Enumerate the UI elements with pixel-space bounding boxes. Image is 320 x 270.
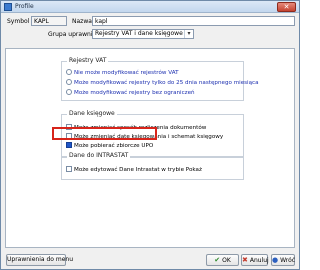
checkbox-collective-upo[interactable]: Może pobierać zbiorcze UPO [66, 142, 153, 150]
symbol-field[interactable]: KAPL [31, 16, 67, 26]
radio-icon [66, 79, 72, 85]
vat-option-none[interactable]: Nie może modyfikować rejestrów VAT [66, 69, 179, 77]
name-field[interactable]: kapl [92, 16, 295, 26]
help-button[interactable]: ● Wróć [271, 254, 295, 266]
vat-group-title: Rejestry VAT [67, 57, 109, 65]
vat-group: Rejestry VAT Nie może modyfikować rejest… [61, 57, 259, 101]
menu-permissions-button[interactable]: Uprawnienia do menu [6, 254, 73, 266]
app-icon [4, 3, 12, 11]
checkbox-intrastat-edit[interactable]: Może edytować Dane Intrastat w trybie Po… [66, 166, 202, 174]
profile-window: Profile ✕ Symbol KAPL Nazwa kapl Grupa u… [0, 0, 300, 270]
help-icon: ● [272, 256, 279, 264]
cancel-button[interactable]: ✖ Anuluj [241, 254, 269, 266]
vat-option-until-25[interactable]: Może modyfikować rejestry tylko do 25 dn… [66, 79, 259, 87]
window-title: Profile [15, 3, 34, 10]
vat-option-unlimited[interactable]: Może modyfikować rejestry bez ograniczeń [66, 89, 195, 97]
radio-icon [66, 89, 72, 95]
intrastat-group-title: Dane do INTRASTAT [67, 152, 131, 160]
checkmark-icon: ✔ [214, 256, 221, 264]
accounting-group-title: Dane księgowe [67, 110, 117, 118]
checkbox-checked-icon [66, 142, 72, 148]
permissions-panel: Rejestry VAT Nie może modyfikować rejest… [5, 48, 295, 248]
group-select[interactable]: Rejestry VAT i dane księgowe ▾ [92, 29, 194, 39]
close-button[interactable]: ✕ [277, 2, 296, 12]
title-bar[interactable]: Profile ✕ [1, 1, 299, 13]
name-label: Nazwa [72, 18, 92, 25]
checkbox-icon [66, 166, 72, 172]
radio-icon [66, 69, 72, 75]
group-select-value: Rejestry VAT i dane księgowe [95, 30, 183, 37]
intrastat-group: Dane do INTRASTAT Może edytować Dane Int… [61, 152, 244, 180]
highlight-frame [52, 127, 157, 140]
cancel-icon: ✖ [242, 256, 248, 264]
chevron-down-icon[interactable]: ▾ [184, 30, 193, 38]
symbol-label: Symbol [7, 18, 30, 25]
ok-button[interactable]: ✔ OK [206, 254, 239, 266]
